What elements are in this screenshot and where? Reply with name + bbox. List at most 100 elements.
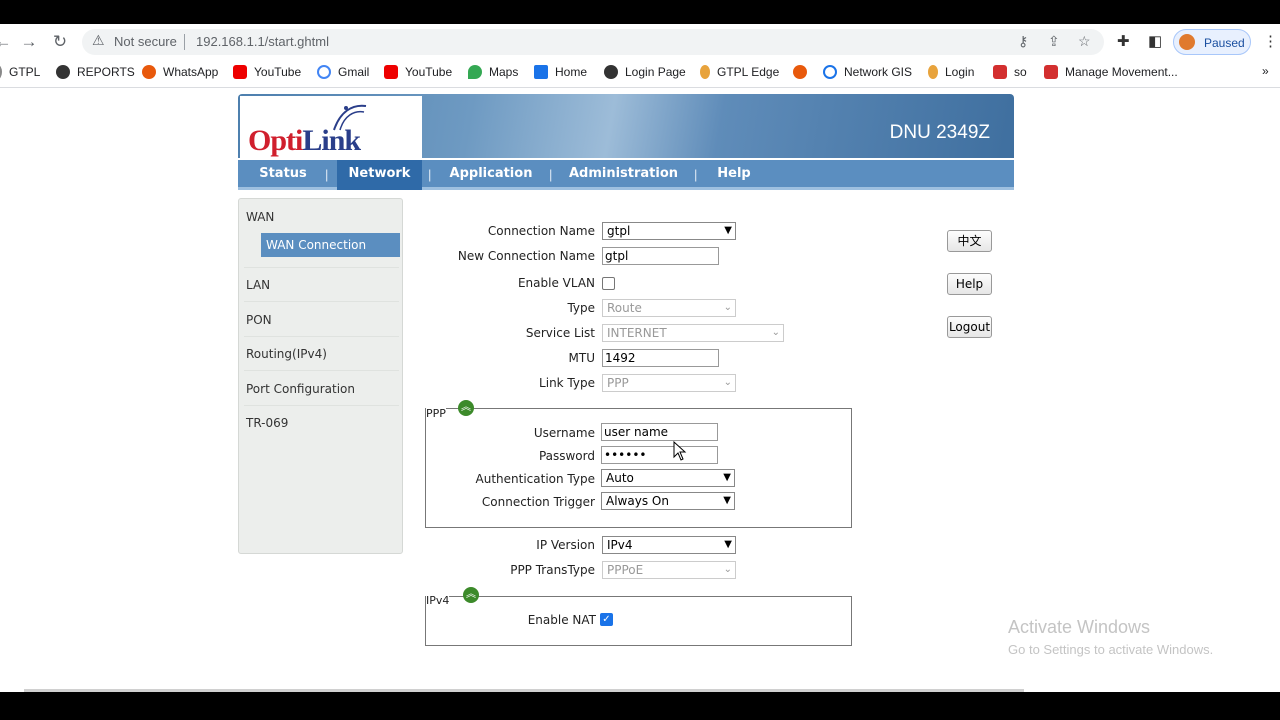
link-type-label: Link Type — [539, 376, 595, 390]
menu-network[interactable]: Network — [337, 160, 422, 190]
menu-divider: | — [694, 167, 698, 182]
bookmark-gtpl-edge[interactable]: GTPL Edge — [700, 65, 779, 79]
browser-window: ← → ↻ ⚠ Not secure 192.168.1.1/start.ght… — [0, 24, 1280, 692]
url-text[interactable]: 192.168.1.1/start.ghtml — [196, 34, 329, 49]
bookmark-home[interactable]: Home — [534, 65, 587, 79]
conn-trigger-label: Connection Trigger — [481, 495, 595, 509]
avatar — [1179, 34, 1195, 50]
address-bar-row: ← → ↻ ⚠ Not secure 192.168.1.1/start.ght… — [0, 24, 1280, 60]
sidebar-item-tr069[interactable]: TR-069 — [246, 416, 288, 430]
collapse-ipv4-icon[interactable]: ︽ — [463, 587, 479, 603]
divider — [244, 405, 399, 406]
bookmark-whatsapp[interactable]: WhatsApp — [142, 65, 218, 79]
google-icon — [317, 65, 331, 79]
sidebar-item-wan[interactable]: WAN — [246, 210, 274, 224]
chevron-down-icon: ⌄ — [771, 327, 780, 338]
router-banner: OptiLink DNU 2349Z — [238, 94, 1014, 158]
extensions-icon[interactable]: ✚ — [1117, 32, 1130, 50]
side-panel-icon[interactable]: ◧ — [1148, 32, 1162, 50]
omnibox[interactable]: ⚠ Not secure 192.168.1.1/start.ghtml ⚷ ⇪… — [82, 29, 1104, 55]
language-button[interactable]: 中文 — [947, 230, 992, 252]
ppp-legend: PPP — [426, 407, 446, 420]
sidebar-item-pon[interactable]: PON — [246, 313, 272, 327]
bookmarks-overflow-icon[interactable]: » — [1262, 64, 1269, 78]
ppp-transtype-label: PPP TransType — [510, 563, 595, 577]
menu-status[interactable]: Status — [248, 160, 318, 190]
bookmark-gmail[interactable]: Gmail — [317, 65, 369, 79]
main-menu: Status | Network | Application | Adminis… — [238, 160, 1014, 190]
menu-help[interactable]: Help — [706, 160, 762, 190]
youtube-icon — [384, 65, 398, 79]
menu-divider: | — [325, 167, 329, 182]
sidebar: WAN WAN Connection LAN PON Routing(IPv4)… — [238, 198, 403, 554]
bookmarks-bar: GTPL REPORTS WhatsApp YouTube Gmail YouT… — [0, 61, 1280, 83]
connection-name-select[interactable]: gtpl ▼ — [602, 222, 736, 240]
bookmark-login[interactable]: Login — [928, 65, 974, 79]
horizontal-scrollbar[interactable] — [24, 689, 1024, 692]
bookmark-youtube[interactable]: YouTube — [233, 65, 301, 79]
chevron-down-icon: ⌄ — [723, 377, 732, 388]
help-button[interactable]: Help — [947, 273, 992, 295]
sidebar-item-lan[interactable]: LAN — [246, 278, 270, 292]
bookmark-icon — [928, 65, 938, 79]
bookmark-youtube-2[interactable]: YouTube — [384, 65, 452, 79]
enable-vlan-checkbox[interactable] — [602, 277, 615, 290]
mtu-label: MTU — [568, 351, 595, 365]
auth-type-select[interactable]: Auto ▼ — [601, 469, 735, 487]
bookmark-icon — [142, 65, 156, 79]
chevron-down-icon: ▼ — [723, 472, 731, 483]
bookmark-so[interactable]: so — [993, 65, 1027, 79]
auth-type-label: Authentication Type — [475, 472, 595, 486]
star-icon[interactable]: ☆ — [1078, 33, 1091, 50]
warning-icon: ⚠ — [92, 32, 105, 48]
logout-button[interactable]: Logout — [947, 316, 992, 338]
menu-dots-icon[interactable]: ⋮ — [1263, 32, 1278, 50]
password-input[interactable]: •••••• — [601, 446, 718, 464]
bookmark-login-page[interactable]: Login Page — [604, 65, 686, 79]
menu-application[interactable]: Application — [441, 160, 541, 190]
key-icon[interactable]: ⚷ — [1018, 33, 1028, 50]
bookmark-gtpl[interactable]: GTPL — [0, 65, 40, 79]
connection-name-label: Connection Name — [487, 224, 595, 238]
bookmark-network-gis[interactable]: Network GIS — [823, 65, 912, 79]
bookmark-icon — [0, 65, 2, 79]
username-label: Username — [533, 426, 595, 440]
ip-version-select[interactable]: IPv4 ▼ — [602, 536, 736, 554]
device-model: DNU 2349Z — [889, 122, 990, 143]
menu-divider: | — [549, 167, 553, 182]
activate-windows-subtitle: Go to Settings to activate Windows. — [1008, 642, 1214, 657]
bookmark-manage-movement[interactable]: Manage Movement... — [1044, 65, 1178, 79]
bookmark-icon — [993, 65, 1007, 79]
ppp-transtype-select: PPPoE ⌄ — [602, 561, 736, 579]
bookmark-maps[interactable]: Maps — [468, 65, 518, 79]
maps-icon — [468, 65, 482, 79]
back-icon[interactable]: ← — [0, 31, 14, 53]
reload-icon[interactable]: ↻ — [49, 31, 71, 53]
chevron-down-icon: ▼ — [724, 225, 732, 236]
profile-button[interactable]: Paused — [1173, 29, 1251, 55]
forward-icon[interactable]: → — [18, 31, 40, 53]
password-label: Password — [538, 449, 595, 463]
divider — [244, 336, 399, 337]
type-select: Route ⌄ — [602, 299, 736, 317]
enable-nat-checkbox[interactable]: ✓ — [600, 613, 613, 626]
divider — [244, 370, 399, 371]
type-label: Type — [567, 301, 595, 315]
conn-trigger-select[interactable]: Always On ▼ — [601, 492, 735, 510]
mtu-input[interactable]: 1492 — [602, 349, 719, 367]
youtube-icon — [233, 65, 247, 79]
security-status[interactable]: Not secure — [114, 34, 177, 49]
sidebar-item-routing[interactable]: Routing(IPv4) — [246, 347, 327, 361]
username-input[interactable]: user name — [601, 423, 718, 441]
chevron-down-icon: ⌄ — [723, 564, 732, 575]
collapse-ppp-icon[interactable]: ︽ — [458, 400, 474, 416]
bookmark-reports[interactable]: REPORTS — [56, 65, 135, 79]
logo-text: OptiLink — [248, 124, 361, 157]
share-icon[interactable]: ⇪ — [1048, 33, 1060, 50]
sidebar-item-wan-connection[interactable]: WAN Connection — [261, 233, 400, 257]
bookmark-unnamed[interactable] — [793, 65, 814, 79]
globe-icon — [56, 65, 70, 79]
new-connection-name-input[interactable]: gtpl — [602, 247, 719, 265]
sidebar-item-port-configuration[interactable]: Port Configuration — [246, 382, 355, 396]
menu-administration[interactable]: Administration — [561, 160, 686, 190]
